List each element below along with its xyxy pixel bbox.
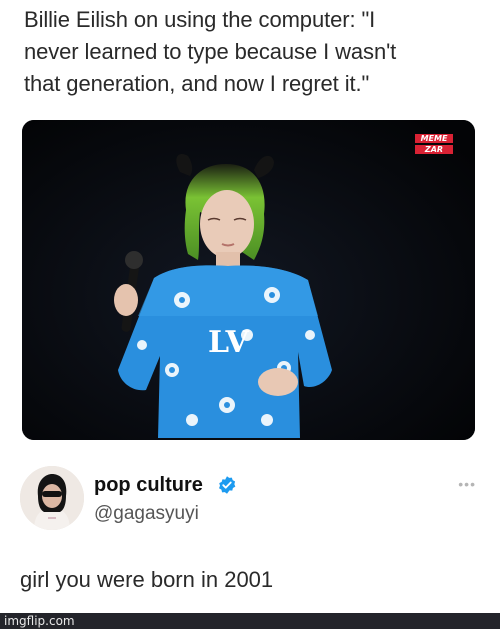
verified-badge-icon	[219, 476, 236, 494]
watermark-line-2: ZAR	[415, 145, 453, 154]
avatar[interactable]	[20, 466, 84, 530]
shirt-logo: LV	[208, 325, 250, 360]
user-handle[interactable]: @gagasyuyi	[94, 503, 199, 525]
tweet-text: girl you were born in 2001	[20, 567, 274, 592]
memezar-watermark: MEME ZAR	[415, 134, 453, 156]
footer-bar: imgflip.com	[0, 613, 500, 629]
headline-caption: Billie Eilish on using the computer: "I …	[24, 7, 397, 96]
watermark-line-1: MEME	[415, 134, 453, 143]
billie-eilish-photo: LV MEME ZAR	[22, 120, 475, 440]
imgflip-watermark: imgflip.com	[4, 614, 75, 628]
avatar-image	[20, 466, 84, 530]
more-options-icon[interactable]: •••	[458, 476, 476, 492]
photo-illustration: LV	[22, 120, 475, 440]
tweet-header: pop culture @gagasyuyi •••	[20, 462, 480, 532]
display-name[interactable]: pop culture	[94, 474, 203, 497]
